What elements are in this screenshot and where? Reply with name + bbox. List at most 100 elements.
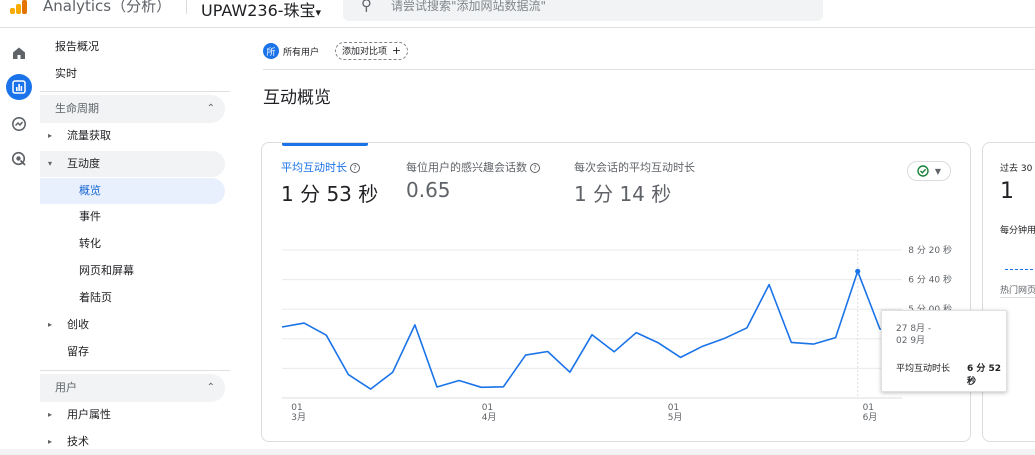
left-rail [0, 28, 40, 449]
nav-item-monetization[interactable]: ▸创收 [40, 312, 225, 338]
nav-item-label: 着陆页 [79, 285, 112, 311]
metric-value: 0.65 [406, 178, 540, 202]
chart-tooltip: 27 8月 - 02 9月 平均互动时长 6 分 52 秒 [881, 310, 1007, 392]
nav-section-label: 生命周期 [55, 95, 99, 123]
metric-value: 1 分 14 秒 [574, 178, 695, 207]
nav-divider [40, 370, 230, 371]
app-title: Analytics（分析） [43, 0, 171, 16]
nav-section-label: 用户 [55, 374, 77, 402]
nav-item-conversions[interactable]: 转化 [40, 231, 225, 257]
filter-divider [263, 69, 1035, 70]
y-tick-label: 8 分 20 秒 [908, 244, 952, 256]
x-tick-day: 01 [291, 403, 302, 413]
nav-item-tech[interactable]: ▸ 技术 [40, 429, 225, 455]
page-title: 互动概览 [263, 83, 331, 108]
metric-tab-avg-engagement-per-session[interactable]: 每次会话的平均互动时长 1 分 14 秒 [574, 159, 695, 207]
card2-subtitle: 每分钟用 [1000, 223, 1035, 236]
metric-tab-engaged-sessions-per-user[interactable]: 每位用户的感兴趣会话数? 0.65 [406, 159, 540, 202]
nav-item-label: 实时 [55, 61, 77, 87]
segment-chip[interactable]: 所 所有用户 [263, 42, 319, 60]
nav-item-label: 事件 [79, 204, 101, 230]
tooltip-metric-value: 6 分 52 秒 [967, 361, 1006, 387]
nav-item-label: 留存 [67, 339, 89, 365]
nav-section-user[interactable]: 用户 ⌃ [40, 374, 225, 402]
nav-item-overview[interactable]: 概览 [40, 178, 225, 204]
card2-section: 热门网页 [1000, 283, 1035, 296]
x-tick-month: 5月 [668, 412, 683, 423]
tooltip-date-end: 02 9月 [896, 333, 925, 346]
nav-item-label: 技术 [67, 429, 89, 455]
metric-label: 每次会话的平均互动时长 [574, 159, 695, 175]
card2-range: 过去 30 [1000, 161, 1032, 174]
search-bar[interactable]: ⚲ 请尝试搜索"添加网站数据流" [343, 0, 823, 21]
card2-divider [1000, 297, 1035, 298]
series-line [282, 271, 902, 389]
header-divider [186, 0, 187, 14]
caret-right-icon: ▸ [48, 429, 52, 455]
nav-item-user-attributes[interactable]: ▸用户属性 [40, 402, 225, 428]
card2-sparkline [1005, 269, 1035, 270]
nav-item-realtime[interactable]: 实时 [40, 61, 225, 87]
nav-item-landing-page[interactable]: 着陆页 [40, 285, 225, 311]
nav-item-retention[interactable]: 留存 [40, 339, 225, 365]
nav-item-label: 转化 [79, 231, 101, 257]
nav-item-label: 互动度 [67, 151, 100, 177]
reports-icon[interactable] [6, 74, 32, 100]
add-icon: + [392, 44, 401, 57]
data-quality-button[interactable]: ▼ [907, 161, 951, 181]
analytics-logo-icon[interactable] [10, 0, 30, 14]
metric-label-row: 平均互动时长? [281, 159, 378, 175]
y-tick-label: 6 分 40 秒 [908, 274, 952, 286]
x-tick-month: 6月 [863, 412, 878, 423]
help-icon[interactable]: ? [530, 163, 540, 173]
nav-item-label: 网页和屏幕 [79, 258, 134, 284]
x-tick-month: 4月 [482, 412, 497, 423]
metric-label: 每位用户的感兴趣会话数 [406, 161, 527, 174]
secondary-card: 过去 30 1 每分钟用 热门网页 [982, 142, 1035, 442]
nav-item-pages-screens[interactable]: 网页和屏幕 [40, 258, 225, 284]
highlighted-point[interactable] [855, 269, 860, 274]
caret-right-icon: ▸ [48, 312, 52, 338]
main-content: 所 所有用户 添加对比项 + 互动概览 平均互动时长? 1 分 53 秒 每位用… [230, 28, 1035, 449]
segment-label: 所有用户 [283, 45, 319, 58]
line-chart: 8 分 20 秒6 分 40 秒5 分 00 秒3 分 20 秒1 分 40 秒… [262, 243, 968, 423]
nav-item-label: 概览 [79, 178, 101, 204]
nav-item-reports-snapshot[interactable]: 报告概况 [40, 34, 225, 60]
metric-value: 1 分 53 秒 [281, 178, 378, 207]
search-icon: ⚲ [361, 0, 372, 14]
nav-divider [40, 91, 230, 92]
add-comparison-button[interactable]: 添加对比项 + [335, 42, 408, 60]
metric-label-row: 每位用户的感兴趣会话数? [406, 159, 540, 175]
advertising-icon[interactable] [6, 146, 32, 172]
search-placeholder: 请尝试搜索"添加网站数据流" [391, 0, 546, 14]
nav-section-lifecycle[interactable]: 生命周期 ⌃ [40, 95, 225, 123]
explore-icon[interactable] [6, 111, 32, 137]
metric-label: 平均互动时长 [281, 161, 347, 174]
nav-item-events[interactable]: 事件 [40, 204, 225, 230]
segment-badge: 所 [263, 43, 279, 59]
x-tick-day: 01 [668, 403, 679, 413]
nav-item-label: 流量获取 [67, 123, 111, 149]
home-icon[interactable] [6, 40, 32, 66]
nav-item-engagement[interactable]: ▾互动度 [40, 151, 225, 177]
nav-item-acquisition[interactable]: ▸流量获取 [40, 123, 225, 149]
x-tick-month: 3月 [291, 412, 306, 423]
active-tab-indicator [282, 143, 368, 146]
add-comparison-label: 添加对比项 [342, 47, 387, 57]
chevron-up-icon: ⌃ [207, 95, 215, 123]
metric-tab-avg-engagement-time[interactable]: 平均互动时长? 1 分 53 秒 [281, 159, 378, 207]
top-bar: Analytics（分析） UPAW236-珠宝▾ ⚲ 请尝试搜索"添加网站数据… [0, 0, 1035, 28]
sidebar-nav: 报告概况 实时 生命周期 ⌃ ▸流量获取 ▾互动度 概览 事件 转化 网页和屏幕… [40, 28, 230, 449]
nav-item-label: 报告概况 [55, 34, 99, 60]
card2-value: 1 [1000, 179, 1014, 204]
property-selector[interactable]: UPAW236-珠宝▾ [201, 0, 321, 21]
x-tick-day: 01 [863, 403, 874, 413]
engagement-chart-card: 平均互动时长? 1 分 53 秒 每位用户的感兴趣会话数? 0.65 每次会话的… [261, 142, 971, 442]
property-name: UPAW236-珠宝 [201, 1, 316, 20]
nav-item-label: 用户属性 [67, 402, 111, 428]
chevron-up-icon: ⌃ [207, 374, 215, 402]
dropdown-caret-icon: ▼ [935, 167, 941, 176]
check-circle-icon [917, 165, 929, 177]
tooltip-metric-label: 平均互动时长 [896, 361, 950, 374]
help-icon[interactable]: ? [350, 163, 360, 173]
